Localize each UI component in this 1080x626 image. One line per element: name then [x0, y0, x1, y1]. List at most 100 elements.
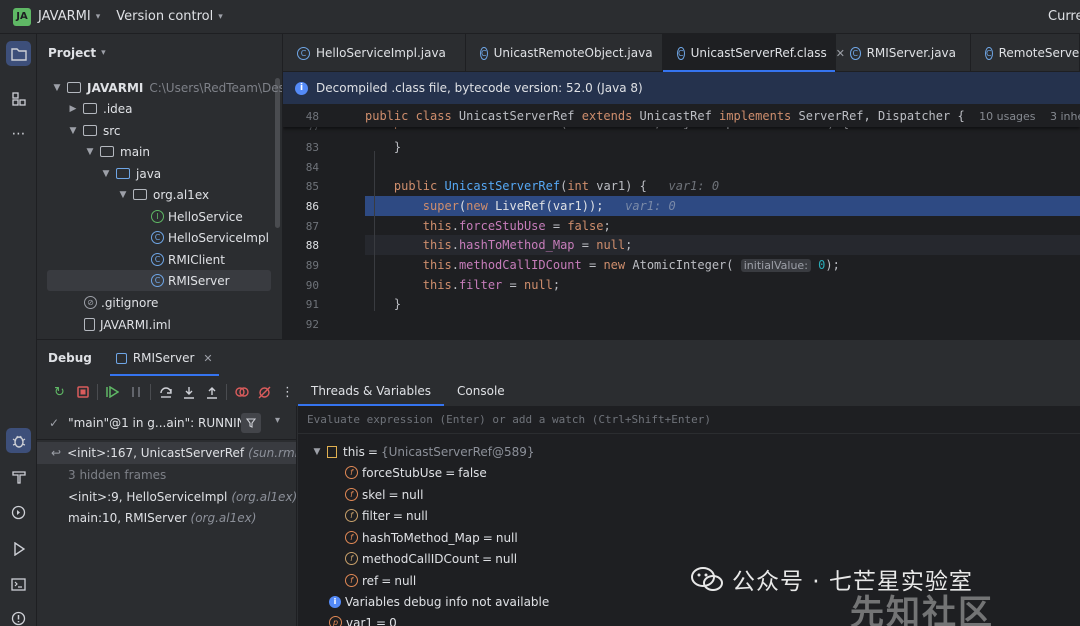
line-number: 86: [305, 200, 319, 213]
var-row-field[interactable]: f ref = null: [345, 570, 416, 591]
debug-session-tab[interactable]: RMIServer ✕: [110, 340, 219, 376]
frame-row[interactable]: ↩ <init>:167, UnicastServerRef (sun.rmi.…: [37, 442, 296, 464]
separator: [150, 384, 151, 400]
view-breakpoints-icon[interactable]: [230, 381, 253, 403]
tree-item-root[interactable]: ▼ JAVARMI C:\Users\RedTeam\Desktop: [51, 77, 282, 98]
tree-item-iml[interactable]: JAVARMI.iml: [84, 314, 171, 335]
chevron-right-icon[interactable]: ▶: [67, 104, 79, 114]
chevron-down-icon[interactable]: ▼: [117, 190, 129, 200]
chevron-down-icon[interactable]: ▼: [311, 447, 323, 457]
tree-item-rmiserver[interactable]: C RMIServer: [47, 270, 271, 291]
step-out-icon[interactable]: [200, 381, 223, 403]
version-control-menu[interactable]: Version control: [116, 9, 213, 24]
chevron-down-icon[interactable]: ▾: [275, 415, 280, 426]
run-config-selector[interactable]: Current File: [1048, 9, 1080, 24]
var-row-field[interactable]: f filter = null: [345, 505, 428, 526]
var-row-local[interactable]: p var1 = 0: [329, 612, 397, 626]
parameter-hint: initialValue:: [740, 259, 811, 272]
evaluate-expression-input[interactable]: Evaluate expression (Enter) or add a wat…: [298, 406, 1080, 434]
var-row-field[interactable]: f forceStubUse = false: [345, 462, 487, 483]
inheritors-hint[interactable]: 3 inheritors: [1050, 110, 1080, 123]
resume-icon[interactable]: [101, 381, 124, 403]
project-name[interactable]: JAVARMI: [38, 9, 91, 24]
chevron-down-icon[interactable]: ▼: [67, 126, 79, 136]
stop-icon[interactable]: [71, 381, 94, 403]
tree-item-helloservice[interactable]: I HelloService: [151, 206, 243, 227]
frame-row-hidden[interactable]: 3 hidden frames: [37, 464, 296, 486]
more-icon[interactable]: ⋯: [6, 121, 31, 146]
tree-item-helloserviceimpl[interactable]: C HelloServiceImpl: [151, 227, 269, 248]
source-folder-icon: [116, 168, 130, 179]
frame-row[interactable]: <init>:9, HelloServiceImpl (org.al1ex): [37, 486, 296, 508]
debug-value-hint: var1: 0: [668, 179, 720, 193]
folder-icon[interactable]: [6, 41, 31, 66]
ignore-file-icon: ⊘: [84, 296, 97, 309]
class-icon: C: [297, 46, 310, 60]
rerun-icon[interactable]: ↻: [48, 381, 71, 403]
class-icon: C: [151, 274, 164, 287]
usages-hint[interactable]: 10 usages: [979, 110, 1035, 123]
build-icon[interactable]: [6, 464, 31, 489]
tab-helloserviceimpl[interactable]: C HelloServiceImpl.java: [283, 34, 466, 72]
chevron-down-icon[interactable]: ▼: [84, 147, 96, 157]
chevron-down-icon[interactable]: ▾: [218, 12, 223, 22]
code-line-current: super(new LiveRef(var1)); var1: 0: [422, 199, 676, 213]
project-panel-header[interactable]: Project ▾: [37, 34, 282, 72]
mute-breakpoints-icon[interactable]: [253, 381, 276, 403]
project-scrollbar[interactable]: [275, 78, 280, 228]
watermark-secondary: 先知社区: [850, 593, 994, 626]
var-row-this[interactable]: ▼ this = {UnicastServerRef@589}: [311, 441, 535, 462]
var-row-field[interactable]: f hashToMethod_Map = null: [345, 527, 518, 548]
tab-remoteserver[interactable]: C RemoteServer.java: [971, 34, 1080, 72]
tool-window-strip: ⋯: [0, 34, 37, 626]
tree-item-src[interactable]: ▼ src: [67, 120, 121, 141]
frames-panel: ✓ "main"@1 in g...ain": RUNNING ▾ ↩ <ini…: [37, 406, 297, 626]
var-row-field[interactable]: f methodCallIDCount = null: [345, 548, 517, 569]
chevron-down-icon[interactable]: ▾: [101, 48, 106, 58]
close-icon[interactable]: ✕: [203, 352, 212, 365]
info-note: i Variables debug info not available: [329, 591, 549, 612]
run-icon[interactable]: [6, 536, 31, 561]
class-icon: C: [151, 253, 164, 266]
sticky-header[interactable]: 48 public class UnicastServerRef extends…: [283, 105, 1080, 127]
tree-item-java[interactable]: ▼ java: [100, 163, 162, 184]
tab-threads-variables[interactable]: Threads & Variables: [298, 376, 444, 406]
class-icon: C: [677, 46, 685, 60]
folder-icon: [67, 82, 81, 93]
tree-item-idea[interactable]: ▶ .idea: [67, 98, 133, 119]
services-icon[interactable]: [6, 500, 31, 525]
debug-icon[interactable]: [6, 428, 31, 453]
line-number: 48: [305, 110, 319, 123]
tree-item-rmiclient[interactable]: C RMIClient: [151, 249, 225, 270]
code-editor[interactable]: 77 public UnicastServerRef(LiveRef var1,…: [283, 105, 1080, 339]
tree-item-gitignore[interactable]: ⊘ .gitignore: [84, 292, 158, 313]
field-icon: f: [345, 488, 358, 501]
terminal-icon[interactable]: [6, 572, 31, 597]
tree-item-main[interactable]: ▼ main: [84, 141, 150, 162]
chevron-down-icon[interactable]: ▼: [100, 169, 112, 179]
tab-rmiserver[interactable]: C RMIServer.java: [836, 34, 971, 72]
chevron-down-icon[interactable]: ▼: [51, 83, 63, 93]
pause-icon[interactable]: [124, 381, 147, 403]
more-icon[interactable]: ⋮: [276, 381, 299, 403]
field-icon: f: [345, 509, 358, 522]
wechat-logo-icon: [691, 567, 723, 591]
project-badge[interactable]: JA: [13, 7, 31, 26]
chevron-down-icon[interactable]: ▾: [96, 12, 101, 22]
tree-item-package[interactable]: ▼ org.al1ex: [117, 184, 210, 205]
code-line: }: [365, 297, 402, 311]
step-over-icon[interactable]: [154, 381, 177, 403]
var-row-field[interactable]: f skel = null: [345, 484, 423, 505]
problems-icon[interactable]: [6, 606, 31, 626]
filter-icon[interactable]: [241, 413, 261, 433]
field-icon: f: [345, 552, 358, 565]
project-panel-title: Project: [48, 46, 97, 60]
code-line: }: [365, 140, 402, 154]
structure-icon[interactable]: [6, 86, 31, 111]
field-icon: f: [345, 466, 358, 479]
frame-row[interactable]: main:10, RMIServer (org.al1ex): [37, 507, 296, 529]
tab-console[interactable]: Console: [444, 376, 518, 406]
tab-unicastserverref[interactable]: C UnicastServerRef.class ✕: [663, 34, 845, 72]
step-into-icon[interactable]: [177, 381, 200, 403]
tab-unicastremoteobject[interactable]: C UnicastRemoteObject.java: [466, 34, 663, 72]
